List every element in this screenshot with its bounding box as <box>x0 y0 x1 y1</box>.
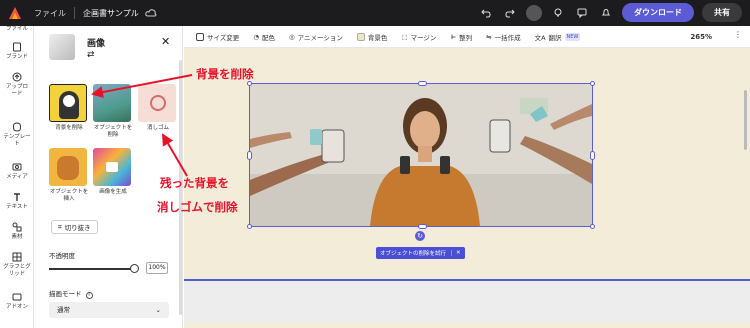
annotation-arrows <box>91 74 193 177</box>
annotation-eraser-line2: 消しゴムで削除 <box>157 200 238 214</box>
annotation-eraser-line1: 残った背景を <box>160 176 229 190</box>
arrow-to-eraser <box>161 133 188 177</box>
arrow-to-remove-background <box>91 74 193 99</box>
annotation-remove-background: 背景を削除 <box>196 67 254 81</box>
